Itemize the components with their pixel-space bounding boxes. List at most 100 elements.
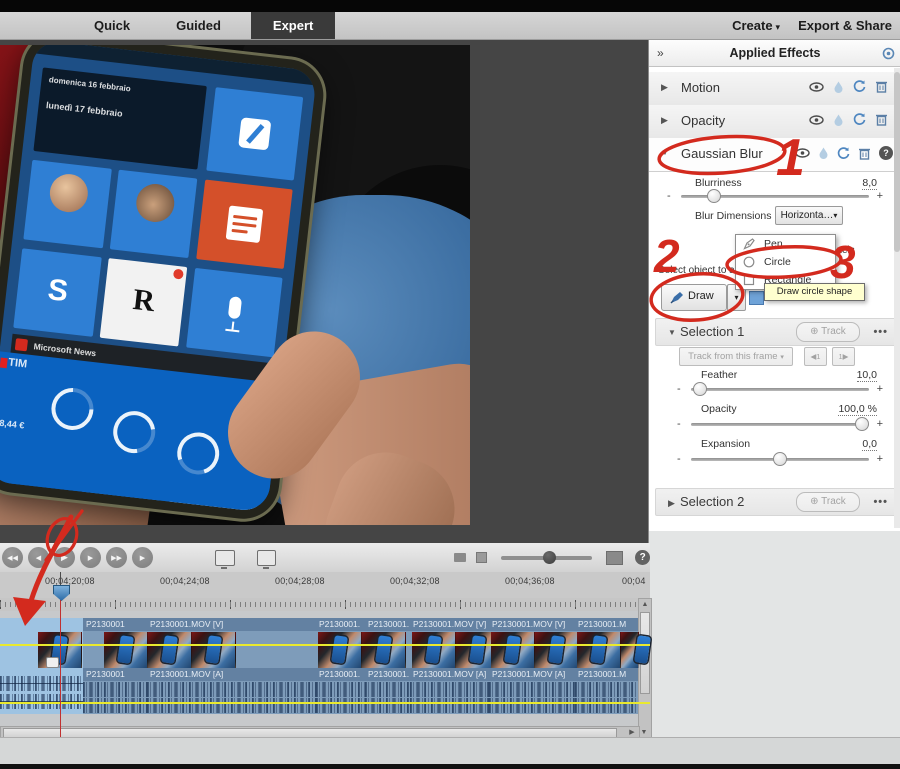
effect-row-gaussian-blur[interactable]: ▼ Gaussian Blur ? (649, 138, 900, 172)
slider-minus[interactable]: - (677, 453, 681, 465)
reset-icon[interactable] (853, 80, 866, 93)
clip-fx-badge (46, 657, 59, 668)
create-menu[interactable]: Create▾ (732, 17, 780, 35)
scrollbar-thumb[interactable] (894, 72, 900, 252)
visibility-eye-icon[interactable] (809, 115, 824, 125)
blur-dimensions-dropdown[interactable]: Horizonta…▾ (775, 206, 843, 225)
slider-plus[interactable]: + (877, 453, 883, 465)
track-button[interactable]: ⊕ Track (796, 492, 860, 512)
zoom-out-clip-icon[interactable] (454, 553, 466, 562)
slider-thumb[interactable] (707, 189, 721, 203)
step-back-button[interactable]: ◀ (28, 547, 49, 568)
zoom-slider-thumb[interactable] (543, 551, 556, 564)
audio-clip[interactable]: P2130001.MOV [A] (410, 668, 490, 714)
shape-color-swatch[interactable] (749, 291, 764, 305)
zoom-in-clip-icon[interactable] (606, 551, 624, 565)
timeline-ruler[interactable]: 00;04;20;08 00;04;24;08 00;04;28;08 00;0… (0, 572, 650, 599)
keyframe-droplet-icon[interactable] (834, 81, 843, 93)
menu-item-circle[interactable]: Circle (736, 253, 835, 271)
panel-scrollbar[interactable] (894, 68, 900, 528)
slider-track[interactable] (691, 388, 869, 391)
export-share-button[interactable]: Export & Share (798, 18, 892, 33)
panel-collapse-button[interactable]: » (657, 40, 664, 66)
fullscreen-monitor-icon[interactable] (257, 550, 277, 566)
effect-row-opacity[interactable]: ▶ Opacity (649, 105, 900, 139)
blurriness-value[interactable]: 8,0 (862, 177, 877, 190)
slider-minus[interactable]: - (677, 383, 681, 395)
feather-label: Feather (701, 369, 737, 381)
step-forward-button[interactable]: ▶ (80, 547, 101, 568)
play-button[interactable]: ▶ (54, 547, 75, 568)
clip-thumbnail (362, 632, 406, 668)
visibility-eye-icon[interactable] (795, 148, 810, 158)
slider-thumb[interactable] (773, 452, 787, 466)
step-back-frame-button[interactable]: ◀1 (804, 347, 827, 366)
selection-menu-dots[interactable]: ••• (873, 496, 888, 508)
step-forward-frame-button[interactable]: 1▶ (832, 347, 855, 366)
audio-clip[interactable]: P2130001. (365, 668, 411, 714)
audio-clip[interactable]: P2130001.M (575, 668, 639, 714)
audio-clip[interactable]: P2130001 (83, 668, 148, 714)
expand-caret-icon[interactable]: ▶ (668, 498, 675, 509)
expansion-slider[interactable]: - + (677, 453, 883, 467)
help-icon[interactable]: ? (635, 550, 650, 565)
video-opacity-line[interactable] (0, 644, 650, 646)
video-preview-monitor[interactable]: domenica 16 febbraio lunedì 17 febbraio (0, 45, 470, 525)
play-in-out-button[interactable]: ▶ (132, 547, 153, 568)
reset-icon[interactable] (837, 147, 850, 160)
collapse-caret-icon[interactable]: ▼ (661, 148, 669, 157)
selection-menu-dots[interactable]: ••• (873, 326, 888, 338)
blurriness-slider[interactable]: - + (667, 190, 883, 204)
feather-slider[interactable]: - + (677, 383, 883, 397)
selection1-header[interactable]: ▼ Selection 1 ⊕ Track ••• (655, 318, 897, 346)
panel-settings-icon[interactable] (882, 47, 895, 60)
slider-plus[interactable]: + (877, 418, 883, 430)
shape-menu-popup: Pen Circle Rectangle (735, 234, 836, 290)
selection2-header[interactable]: ▶ Selection 2 ⊕ Track ••• (655, 488, 897, 516)
opacity-value[interactable]: 100,0 % (838, 403, 877, 416)
timeline-vertical-scrollbar[interactable]: ▲ ▼ (638, 598, 652, 739)
track-button[interactable]: ⊕ Track (796, 322, 860, 342)
expansion-value[interactable]: 0,0 (862, 438, 877, 451)
trash-icon[interactable] (859, 147, 870, 160)
visibility-eye-icon[interactable] (809, 82, 824, 92)
tab-expert[interactable]: Expert (251, 12, 335, 39)
timeline-tick-strip[interactable] (0, 598, 650, 612)
trash-icon[interactable] (876, 113, 887, 126)
effect-row-motion[interactable]: ▶ Motion (649, 72, 900, 106)
feather-value[interactable]: 10,0 (857, 369, 877, 382)
audio-volume-line[interactable] (0, 702, 650, 704)
scroll-up-arrow[interactable]: ▲ (639, 599, 651, 610)
slider-plus[interactable]: + (877, 383, 883, 395)
expand-caret-icon[interactable]: ▶ (661, 115, 668, 126)
expand-caret-icon[interactable]: ▶ (661, 82, 668, 93)
video-clip[interactable] (0, 618, 36, 668)
tab-guided[interactable]: Guided (160, 12, 237, 39)
slider-minus[interactable]: - (677, 418, 681, 430)
audio-clip[interactable]: P2130001. (316, 668, 366, 714)
slider-minus[interactable]: - (667, 190, 671, 202)
capture-monitor-icon[interactable] (215, 550, 235, 566)
keyframe-droplet-icon[interactable] (834, 114, 843, 126)
collapse-caret-icon[interactable]: ▼ (668, 328, 676, 337)
menu-item-pen[interactable]: Pen (736, 235, 835, 253)
slider-track[interactable] (691, 423, 869, 426)
audio-clip[interactable]: P2130001.MOV [A] (147, 668, 317, 714)
reset-icon[interactable] (853, 113, 866, 126)
opacity-slider[interactable]: - + (677, 418, 883, 432)
slider-plus[interactable]: + (877, 190, 883, 202)
keyframe-droplet-icon[interactable] (819, 147, 828, 159)
go-to-start-button[interactable]: ◀◀ (2, 547, 23, 568)
tab-quick[interactable]: Quick (78, 12, 146, 39)
audio-clip[interactable]: P2130001.MOV [A] (489, 668, 576, 714)
track-from-dropdown[interactable]: Track from this frame ▾ (679, 347, 793, 366)
fast-forward-button[interactable]: ▶▶ (106, 547, 127, 568)
slider-thumb[interactable] (693, 382, 707, 396)
slider-thumb[interactable] (855, 417, 869, 431)
timeline-zoom-slider[interactable] (501, 556, 591, 560)
draw-button[interactable]: Draw (661, 284, 727, 311)
help-icon[interactable]: ? (879, 146, 893, 160)
audio-clip[interactable] (0, 668, 36, 714)
trash-icon[interactable] (876, 80, 887, 93)
zoom-small-icon[interactable] (476, 552, 487, 563)
